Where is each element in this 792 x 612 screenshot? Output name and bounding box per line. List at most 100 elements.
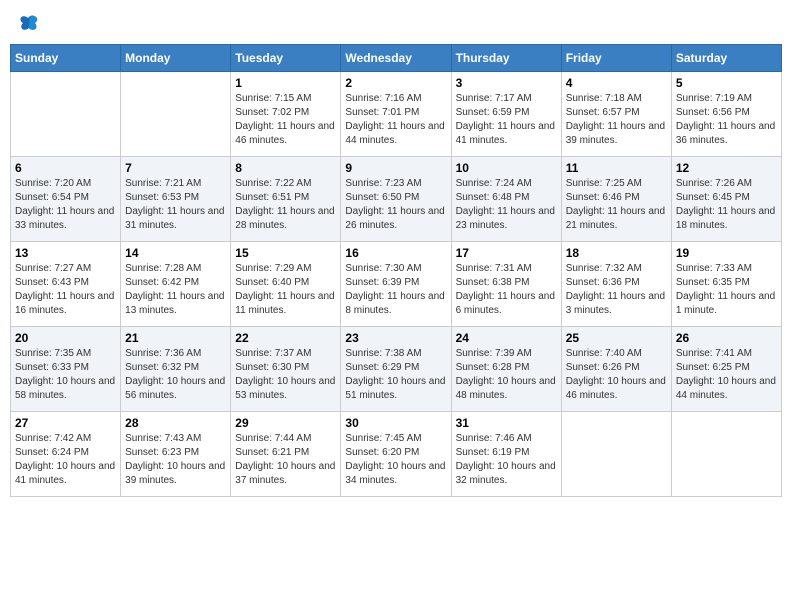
day-info: Sunrise: 7:39 AM Sunset: 6:28 PM Dayligh… — [456, 347, 557, 403]
day-of-week-header: Sunday — [11, 45, 121, 72]
day-number: 4 — [566, 76, 667, 90]
day-info: Sunrise: 7:43 AM Sunset: 6:23 PM Dayligh… — [125, 432, 226, 488]
calendar-cell: 5 Sunrise: 7:19 AM Sunset: 6:56 PM Daylig… — [671, 72, 781, 157]
day-info: Sunrise: 7:26 AM Sunset: 6:45 PM Dayligh… — [676, 177, 777, 233]
day-info: Sunrise: 7:32 AM Sunset: 6:36 PM Dayligh… — [566, 262, 667, 318]
day-info: Sunrise: 7:33 AM Sunset: 6:35 PM Dayligh… — [676, 262, 777, 318]
day-info: Sunrise: 7:31 AM Sunset: 6:38 PM Dayligh… — [456, 262, 557, 318]
calendar-week-row: 1 Sunrise: 7:15 AM Sunset: 7:02 PM Daylig… — [11, 72, 782, 157]
calendar-cell — [121, 72, 231, 157]
day-info: Sunrise: 7:35 AM Sunset: 6:33 PM Dayligh… — [15, 347, 116, 403]
day-number: 2 — [345, 76, 446, 90]
calendar-cell: 31 Sunrise: 7:46 AM Sunset: 6:19 PM Dayli… — [451, 412, 561, 497]
day-info: Sunrise: 7:21 AM Sunset: 6:53 PM Dayligh… — [125, 177, 226, 233]
calendar-cell: 19 Sunrise: 7:33 AM Sunset: 6:35 PM Dayli… — [671, 242, 781, 327]
calendar-cell: 28 Sunrise: 7:43 AM Sunset: 6:23 PM Dayli… — [121, 412, 231, 497]
calendar-week-row: 13 Sunrise: 7:27 AM Sunset: 6:43 PM Dayli… — [11, 242, 782, 327]
day-number: 30 — [345, 416, 446, 430]
day-number: 20 — [15, 331, 116, 345]
calendar-cell: 22 Sunrise: 7:37 AM Sunset: 6:30 PM Dayli… — [231, 327, 341, 412]
day-of-week-header: Saturday — [671, 45, 781, 72]
day-number: 28 — [125, 416, 226, 430]
day-number: 19 — [676, 246, 777, 260]
day-info: Sunrise: 7:28 AM Sunset: 6:42 PM Dayligh… — [125, 262, 226, 318]
calendar-cell: 30 Sunrise: 7:45 AM Sunset: 6:20 PM Dayli… — [341, 412, 451, 497]
day-number: 1 — [235, 76, 336, 90]
calendar-cell: 20 Sunrise: 7:35 AM Sunset: 6:33 PM Dayli… — [11, 327, 121, 412]
calendar-cell: 18 Sunrise: 7:32 AM Sunset: 6:36 PM Dayli… — [561, 242, 671, 327]
calendar-cell: 23Sunrise: 7:38 AM Sunset: 6:29 PM Dayli… — [341, 327, 451, 412]
calendar-cell — [11, 72, 121, 157]
day-number: 24 — [456, 331, 557, 345]
day-info: Sunrise: 7:24 AM Sunset: 6:48 PM Dayligh… — [456, 177, 557, 233]
page-header — [10, 10, 782, 36]
day-of-week-header: Thursday — [451, 45, 561, 72]
calendar-cell — [671, 412, 781, 497]
day-info: Sunrise: 7:23 AM Sunset: 6:50 PM Dayligh… — [345, 177, 446, 233]
day-number: 8 — [235, 161, 336, 175]
day-info: Sunrise: 7:46 AM Sunset: 6:19 PM Dayligh… — [456, 432, 557, 488]
calendar-cell: 25 Sunrise: 7:40 AM Sunset: 6:26 PM Dayli… — [561, 327, 671, 412]
day-number: 12 — [676, 161, 777, 175]
day-info: Sunrise: 7:18 AM Sunset: 6:57 PM Dayligh… — [566, 92, 667, 148]
day-info: Sunrise: 7:40 AM Sunset: 6:26 PM Dayligh… — [566, 347, 667, 403]
calendar-cell: 10 Sunrise: 7:24 AM Sunset: 6:48 PM Dayli… — [451, 157, 561, 242]
day-number: 6 — [15, 161, 116, 175]
calendar-week-row: 20 Sunrise: 7:35 AM Sunset: 6:33 PM Dayli… — [11, 327, 782, 412]
day-number: 5 — [676, 76, 777, 90]
calendar-week-row: 27Sunrise: 7:42 AM Sunset: 6:24 PM Dayli… — [11, 412, 782, 497]
day-info: Sunrise: 7:25 AM Sunset: 6:46 PM Dayligh… — [566, 177, 667, 233]
day-number: 31 — [456, 416, 557, 430]
day-number: 21 — [125, 331, 226, 345]
calendar-cell: 16 Sunrise: 7:30 AM Sunset: 6:39 PM Dayli… — [341, 242, 451, 327]
calendar-week-row: 6Sunrise: 7:20 AM Sunset: 6:54 PM Daylig… — [11, 157, 782, 242]
day-number: 16 — [345, 246, 446, 260]
logo — [16, 14, 38, 32]
day-info: Sunrise: 7:42 AM Sunset: 6:24 PM Dayligh… — [15, 432, 116, 488]
logo-bird-icon — [18, 14, 38, 32]
calendar-cell: 7Sunrise: 7:21 AM Sunset: 6:53 PM Daylig… — [121, 157, 231, 242]
day-info: Sunrise: 7:37 AM Sunset: 6:30 PM Dayligh… — [235, 347, 336, 403]
calendar-cell: 9Sunrise: 7:23 AM Sunset: 6:50 PM Daylig… — [341, 157, 451, 242]
calendar-cell: 17Sunrise: 7:31 AM Sunset: 6:38 PM Dayli… — [451, 242, 561, 327]
day-info: Sunrise: 7:27 AM Sunset: 6:43 PM Dayligh… — [15, 262, 116, 318]
day-info: Sunrise: 7:44 AM Sunset: 6:21 PM Dayligh… — [235, 432, 336, 488]
day-number: 22 — [235, 331, 336, 345]
calendar-cell: 12 Sunrise: 7:26 AM Sunset: 6:45 PM Dayli… — [671, 157, 781, 242]
day-info: Sunrise: 7:38 AM Sunset: 6:29 PM Dayligh… — [345, 347, 446, 403]
day-info: Sunrise: 7:19 AM Sunset: 6:56 PM Dayligh… — [676, 92, 777, 148]
day-of-week-header: Monday — [121, 45, 231, 72]
day-of-week-header: Wednesday — [341, 45, 451, 72]
day-info: Sunrise: 7:29 AM Sunset: 6:40 PM Dayligh… — [235, 262, 336, 318]
day-info: Sunrise: 7:41 AM Sunset: 6:25 PM Dayligh… — [676, 347, 777, 403]
calendar-cell: 2 Sunrise: 7:16 AM Sunset: 7:01 PM Daylig… — [341, 72, 451, 157]
calendar-cell: 3Sunrise: 7:17 AM Sunset: 6:59 PM Daylig… — [451, 72, 561, 157]
day-info: Sunrise: 7:45 AM Sunset: 6:20 PM Dayligh… — [345, 432, 446, 488]
calendar-cell: 1 Sunrise: 7:15 AM Sunset: 7:02 PM Daylig… — [231, 72, 341, 157]
day-number: 25 — [566, 331, 667, 345]
calendar-cell: 6Sunrise: 7:20 AM Sunset: 6:54 PM Daylig… — [11, 157, 121, 242]
calendar-cell: 11 Sunrise: 7:25 AM Sunset: 6:46 PM Dayli… — [561, 157, 671, 242]
day-number: 18 — [566, 246, 667, 260]
day-number: 13 — [15, 246, 116, 260]
calendar-cell: 8Sunrise: 7:22 AM Sunset: 6:51 PM Daylig… — [231, 157, 341, 242]
day-info: Sunrise: 7:30 AM Sunset: 6:39 PM Dayligh… — [345, 262, 446, 318]
calendar-cell: 15 Sunrise: 7:29 AM Sunset: 6:40 PM Dayli… — [231, 242, 341, 327]
calendar-cell: 27Sunrise: 7:42 AM Sunset: 6:24 PM Dayli… — [11, 412, 121, 497]
day-info: Sunrise: 7:15 AM Sunset: 7:02 PM Dayligh… — [235, 92, 336, 148]
calendar-cell: 21Sunrise: 7:36 AM Sunset: 6:32 PM Dayli… — [121, 327, 231, 412]
day-info: Sunrise: 7:16 AM Sunset: 7:01 PM Dayligh… — [345, 92, 446, 148]
calendar-cell: 13 Sunrise: 7:27 AM Sunset: 6:43 PM Dayli… — [11, 242, 121, 327]
calendar-cell: 26 Sunrise: 7:41 AM Sunset: 6:25 PM Dayli… — [671, 327, 781, 412]
calendar-cell: 24 Sunrise: 7:39 AM Sunset: 6:28 PM Dayli… — [451, 327, 561, 412]
calendar-cell: 14 Sunrise: 7:28 AM Sunset: 6:42 PM Dayli… — [121, 242, 231, 327]
day-number: 3 — [456, 76, 557, 90]
day-number: 10 — [456, 161, 557, 175]
day-number: 26 — [676, 331, 777, 345]
day-of-week-header: Tuesday — [231, 45, 341, 72]
day-number: 11 — [566, 161, 667, 175]
calendar-table: SundayMondayTuesdayWednesdayThursdayFrid… — [10, 44, 782, 497]
day-number: 14 — [125, 246, 226, 260]
day-of-week-header: Friday — [561, 45, 671, 72]
day-number: 15 — [235, 246, 336, 260]
